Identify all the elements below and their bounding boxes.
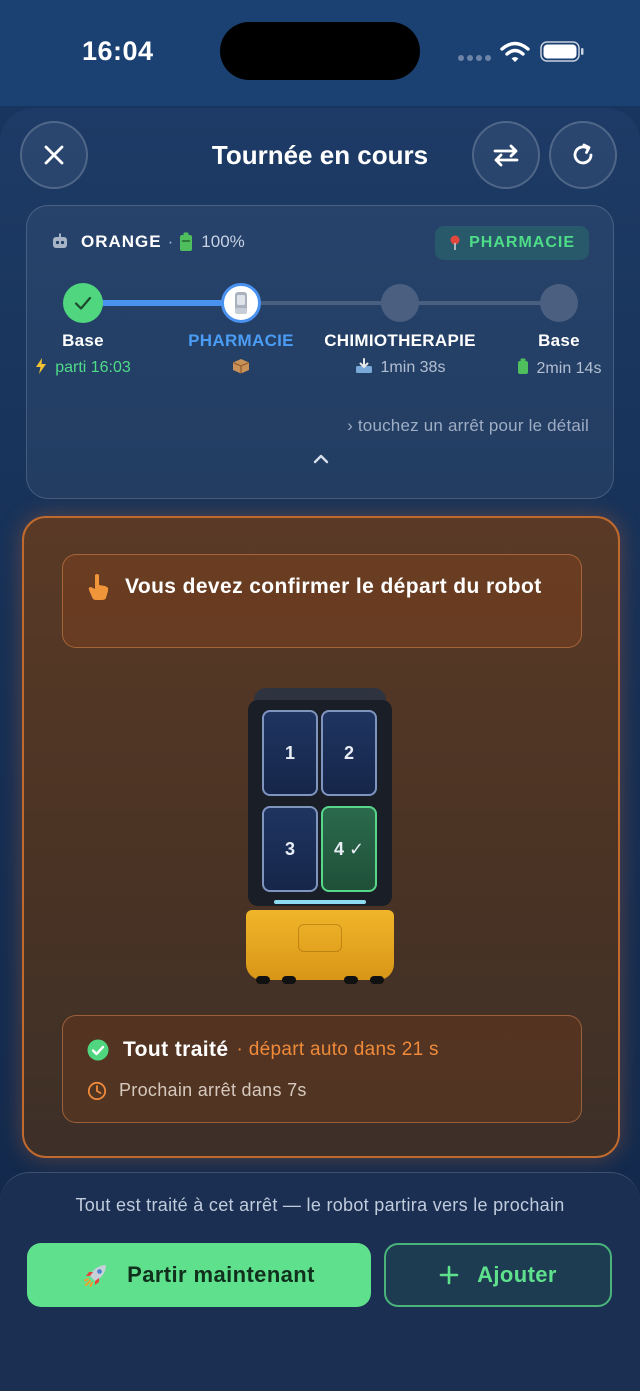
tap-stop-hint: › touchez un arrêt pour le détail [347,416,589,435]
pointing-hand-icon [88,574,109,600]
stop-label-2[interactable]: PHARMACIE [151,331,331,351]
check-icon [74,296,92,310]
route-track-progress [83,300,241,306]
tour-sheet: Tournée en cours ORANGE · 100% PHARMACIE… [0,108,640,1391]
wifi-icon [500,41,530,62]
next-stop-row: Prochain arrêt dans 7s [87,1080,307,1101]
inbox-tray-icon [355,358,372,373]
confirm-departure-banner[interactable]: Vous devez confirmer le départ du robot [62,554,582,648]
current-stop-badge-label: PHARMACIE [469,234,575,251]
robot-base [246,910,394,980]
battery-icon [180,232,193,251]
pin-icon [450,235,460,250]
stop-node-base-start[interactable] [63,283,103,323]
robot-wheel [282,976,296,984]
robot-light-strip [274,900,366,904]
confirm-departure-text: Vous devez confirmer le départ du robot [125,575,542,598]
stop-info-3: 1min 38s [310,358,490,377]
auto-departure-countdown: · départ auto dans 21 s [236,1039,439,1060]
refresh-button[interactable] [549,121,617,189]
cellular-signal-icon [458,55,492,61]
stop-node-base-end[interactable] [540,284,578,322]
add-label: Ajouter [477,1262,557,1287]
robot-icon [53,233,67,248]
robot-wheel [344,976,358,984]
battery-level: 100% [201,232,245,251]
robot-status: ORANGE · 100% [51,232,245,252]
status-bar: 16:04 [0,0,640,106]
bottom-info-text: Tout est traité à cet arrêt — le robot p… [75,1195,565,1215]
robot-drawers-illustration: 1 2 3 4 ✓ [246,688,394,988]
current-stop-badge: PHARMACIE [435,226,589,260]
all-processed-row: Tout traité · départ auto dans 21 s [87,1038,439,1062]
next-stop-text: Prochain arrêt dans 7s [119,1080,307,1100]
stop-label-4[interactable]: Base [469,331,640,351]
all-processed-title: Tout traité [123,1038,229,1061]
stop-info-2 [151,358,331,377]
all-processed-panel: Tout traité · départ auto dans 21 s Proc… [62,1015,582,1123]
swap-button[interactable] [472,121,540,189]
robot-base-panel [298,924,342,952]
drawer-4[interactable]: 4 ✓ [321,806,377,892]
route-card: ORANGE · 100% PHARMACIE Base parti 16:03… [26,205,614,499]
stop-label-3[interactable]: CHIMIOTHERAPIE [310,331,490,351]
stop-info-3-text: 1min 38s [380,359,446,376]
header: Tournée en cours [0,108,640,208]
robot-wheel [370,976,384,984]
dynamic-island [220,22,420,80]
departure-confirmation-card: Vous devez confirmer le départ du robot … [22,516,620,1158]
plus-icon [439,1265,459,1285]
stop-node-chimiotherapie[interactable] [381,284,419,322]
stop-info-4: 2min 14s [469,358,640,378]
package-icon [232,359,250,374]
bottom-action-panel: Tout est traité à cet arrêt — le robot p… [0,1172,640,1391]
battery-icon [540,41,584,62]
refresh-icon [573,143,593,165]
add-button[interactable]: Ajouter [384,1243,612,1307]
drawer-2[interactable]: 2 [321,710,377,796]
stop-label-1[interactable]: Base [0,331,173,351]
stop-node-pharmacie[interactable] [221,283,261,323]
drawer-1[interactable]: 1 [262,710,318,796]
chevron-up-icon[interactable] [310,452,332,466]
robot-name: ORANGE [81,232,162,251]
check-circle-icon [87,1039,109,1061]
clock-icon [87,1081,107,1100]
page-title: Tournée en cours [211,140,429,170]
battery-icon [517,358,528,374]
lightning-icon [36,358,47,374]
rocket-icon [84,1265,107,1287]
swap-arrows-icon [493,144,519,167]
separator: · [167,232,174,251]
depart-now-label: Partir maintenant [127,1262,315,1287]
stop-info-1: parti 16:03 [0,358,173,377]
robot-wheel [256,976,270,984]
stop-info-1-text: parti 16:03 [55,359,131,376]
depart-now-button[interactable]: Partir maintenant [27,1243,371,1307]
drawer-3[interactable]: 3 [262,806,318,892]
robot-icon [235,292,247,314]
status-time: 16:04 [82,36,154,66]
stop-info-4-text: 2min 14s [536,360,602,377]
